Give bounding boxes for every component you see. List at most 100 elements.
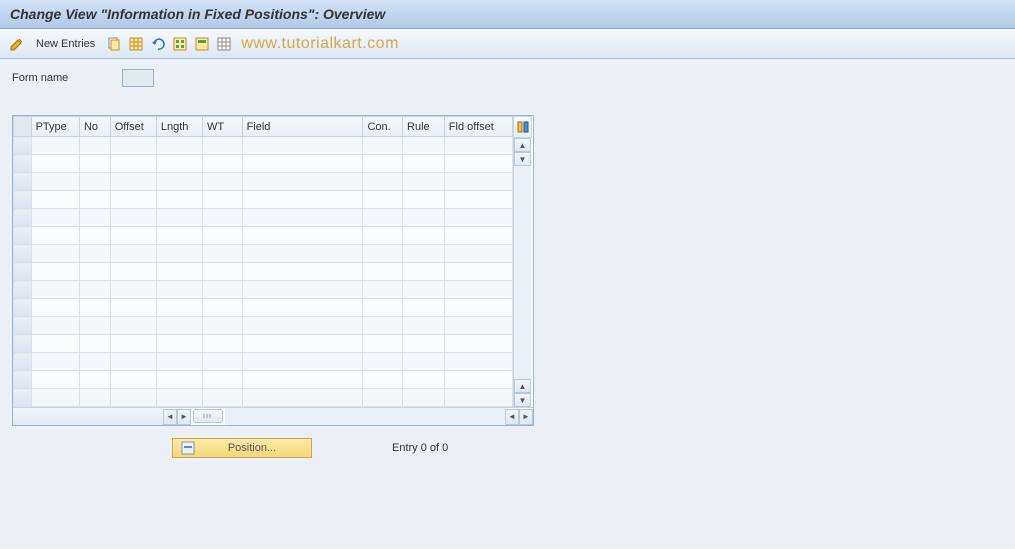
cell-fldoffset[interactable]: [444, 191, 512, 209]
cell-wt[interactable]: [203, 353, 243, 371]
cell-lngth[interactable]: [156, 353, 202, 371]
cell-field[interactable]: [242, 299, 363, 317]
row-selector[interactable]: [14, 137, 32, 155]
cell-con[interactable]: [363, 245, 403, 263]
cell-lngth[interactable]: [156, 281, 202, 299]
undo-change-icon[interactable]: [149, 35, 167, 53]
cell-con[interactable]: [363, 317, 403, 335]
cell-wt[interactable]: [203, 137, 243, 155]
cell-ptype[interactable]: [31, 173, 79, 191]
cell-ptype[interactable]: [31, 137, 79, 155]
cell-lngth[interactable]: [156, 299, 202, 317]
col-header-offset[interactable]: Offset: [110, 117, 156, 137]
cell-fldoffset[interactable]: [444, 155, 512, 173]
form-name-input[interactable]: [122, 69, 154, 87]
vscroll-track[interactable]: [514, 166, 531, 379]
cell-offset[interactable]: [110, 353, 156, 371]
col-header-field[interactable]: Field: [242, 117, 363, 137]
cell-offset[interactable]: [110, 263, 156, 281]
copy-as-icon[interactable]: [105, 35, 123, 53]
cell-rule[interactable]: [403, 317, 445, 335]
cell-con[interactable]: [363, 191, 403, 209]
col-header-rule[interactable]: Rule: [403, 117, 445, 137]
cell-con[interactable]: [363, 353, 403, 371]
cell-no[interactable]: [79, 299, 110, 317]
cell-ptype[interactable]: [31, 317, 79, 335]
cell-con[interactable]: [363, 281, 403, 299]
scroll-down-button-2[interactable]: ▲: [514, 379, 531, 393]
cell-offset[interactable]: [110, 389, 156, 407]
scroll-right-inner-button[interactable]: ►: [177, 409, 191, 425]
cell-fldoffset[interactable]: [444, 353, 512, 371]
scroll-right-button[interactable]: ►: [519, 409, 533, 425]
cell-rule[interactable]: [403, 371, 445, 389]
cell-con[interactable]: [363, 371, 403, 389]
cell-lngth[interactable]: [156, 173, 202, 191]
col-header-ptype[interactable]: PType: [31, 117, 79, 137]
cell-ptype[interactable]: [31, 155, 79, 173]
position-button[interactable]: Position...: [172, 438, 312, 458]
cell-rule[interactable]: [403, 245, 445, 263]
cell-ptype[interactable]: [31, 191, 79, 209]
cell-field[interactable]: [242, 155, 363, 173]
cell-rule[interactable]: [403, 335, 445, 353]
cell-wt[interactable]: [203, 227, 243, 245]
cell-fldoffset[interactable]: [444, 281, 512, 299]
cell-no[interactable]: [79, 227, 110, 245]
deselect-all-icon[interactable]: [215, 35, 233, 53]
cell-offset[interactable]: [110, 281, 156, 299]
cell-field[interactable]: [242, 281, 363, 299]
row-selector[interactable]: [14, 191, 32, 209]
cell-ptype[interactable]: [31, 245, 79, 263]
scroll-up-button-2[interactable]: ▼: [514, 152, 531, 166]
cell-con[interactable]: [363, 227, 403, 245]
cell-wt[interactable]: [203, 335, 243, 353]
cell-fldoffset[interactable]: [444, 335, 512, 353]
row-selector[interactable]: [14, 263, 32, 281]
cell-fldoffset[interactable]: [444, 371, 512, 389]
cell-rule[interactable]: [403, 137, 445, 155]
cell-wt[interactable]: [203, 245, 243, 263]
cell-fldoffset[interactable]: [444, 263, 512, 281]
cell-offset[interactable]: [110, 299, 156, 317]
cell-ptype[interactable]: [31, 335, 79, 353]
cell-wt[interactable]: [203, 299, 243, 317]
cell-field[interactable]: [242, 335, 363, 353]
cell-ptype[interactable]: [31, 371, 79, 389]
cell-field[interactable]: [242, 389, 363, 407]
cell-con[interactable]: [363, 209, 403, 227]
row-selector[interactable]: [14, 209, 32, 227]
scroll-left-end-button[interactable]: ◄: [505, 409, 519, 425]
cell-fldoffset[interactable]: [444, 209, 512, 227]
cell-wt[interactable]: [203, 263, 243, 281]
col-header-lngth[interactable]: Lngth: [156, 117, 202, 137]
cell-lngth[interactable]: [156, 389, 202, 407]
cell-fldoffset[interactable]: [444, 227, 512, 245]
scroll-down-button[interactable]: ▼: [514, 393, 531, 407]
cell-offset[interactable]: [110, 245, 156, 263]
cell-rule[interactable]: [403, 209, 445, 227]
cell-no[interactable]: [79, 389, 110, 407]
cell-offset[interactable]: [110, 191, 156, 209]
hscroll-thumb[interactable]: [193, 409, 223, 423]
cell-wt[interactable]: [203, 191, 243, 209]
cell-lngth[interactable]: [156, 155, 202, 173]
cell-fldoffset[interactable]: [444, 173, 512, 191]
row-selector[interactable]: [14, 353, 32, 371]
cell-lngth[interactable]: [156, 371, 202, 389]
hscroll-track[interactable]: [225, 408, 505, 425]
cell-rule[interactable]: [403, 155, 445, 173]
cell-wt[interactable]: [203, 155, 243, 173]
cell-con[interactable]: [363, 389, 403, 407]
cell-ptype[interactable]: [31, 263, 79, 281]
cell-lngth[interactable]: [156, 227, 202, 245]
cell-wt[interactable]: [203, 209, 243, 227]
cell-fldoffset[interactable]: [444, 137, 512, 155]
cell-fldoffset[interactable]: [444, 245, 512, 263]
row-selector[interactable]: [14, 227, 32, 245]
cell-lngth[interactable]: [156, 209, 202, 227]
cell-offset[interactable]: [110, 173, 156, 191]
cell-offset[interactable]: [110, 155, 156, 173]
scroll-left-button[interactable]: ◄: [163, 409, 177, 425]
cell-ptype[interactable]: [31, 281, 79, 299]
